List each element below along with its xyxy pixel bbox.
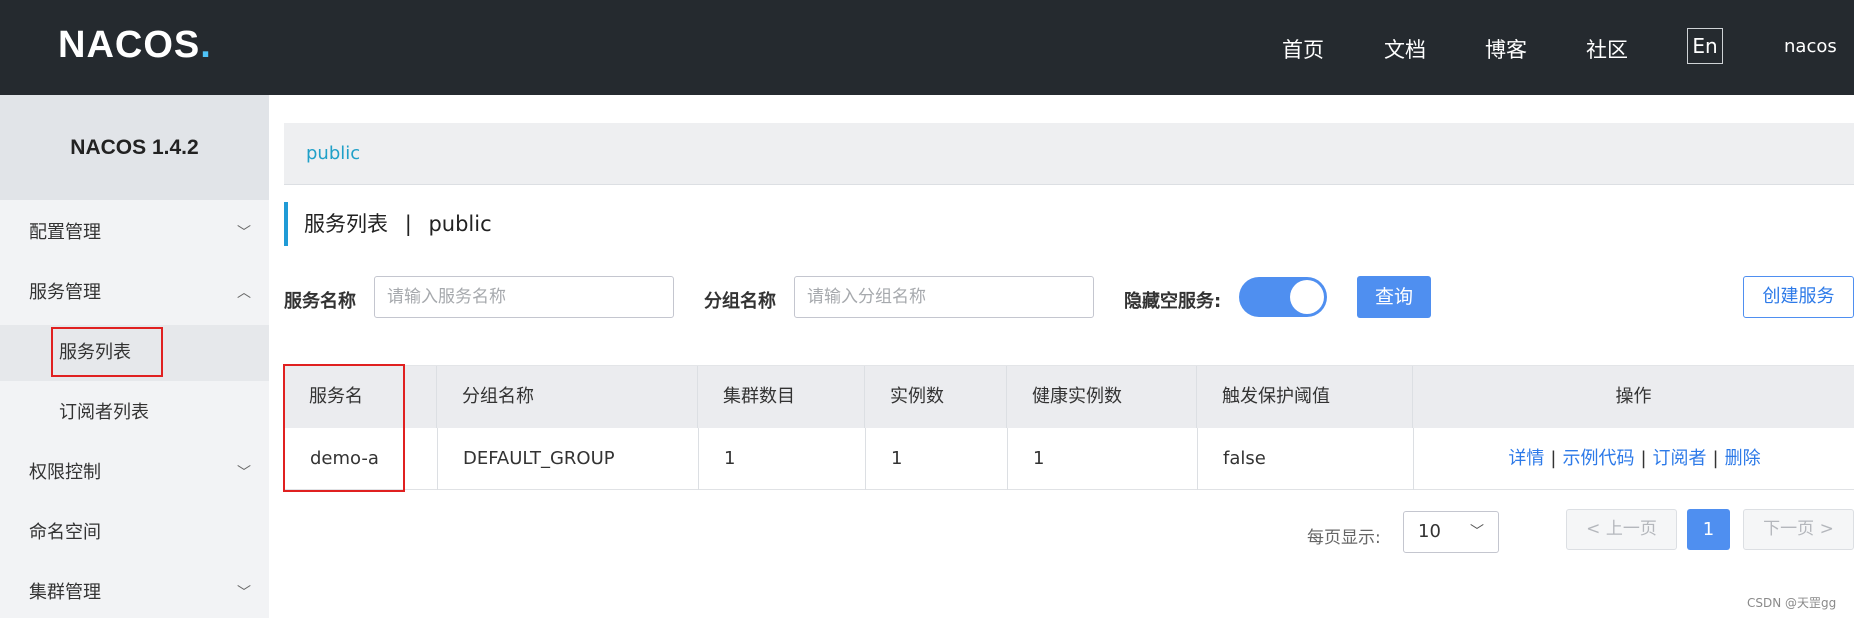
- sidebar-item-namespace[interactable]: 命名空间: [0, 505, 269, 561]
- column-header-cluster-count: 集群数目: [697, 366, 864, 428]
- sidebar-item-cluster-management[interactable]: 集群管理 ﹀: [0, 565, 269, 621]
- user-name[interactable]: nacos: [1784, 36, 1837, 57]
- subscribers-link[interactable]: 订阅者: [1653, 448, 1707, 469]
- highlight-box-service-list: [51, 327, 163, 377]
- nav-community-link[interactable]: 社区: [1586, 34, 1628, 64]
- sidebar-item-access-control[interactable]: 权限控制 ﹀: [0, 445, 269, 501]
- table-header: 服务名 分组名称 集群数目 实例数 健康实例数 触发保护阈值 操作: [284, 366, 1854, 428]
- current-page-button[interactable]: 1: [1687, 509, 1730, 550]
- sidebar-item-service-management[interactable]: 服务管理 ︿: [0, 265, 269, 321]
- page-size-value: 10: [1418, 521, 1441, 542]
- nacos-logo[interactable]: NACOS.: [58, 24, 212, 67]
- namespace-bar: public: [284, 123, 1854, 185]
- group-name-label: 分组名称: [704, 291, 776, 312]
- page-title-namespace: public: [428, 212, 492, 236]
- column-header-instance-count: 实例数: [864, 366, 1006, 428]
- highlight-box-service-name-column: [283, 364, 405, 492]
- logo-dot: .: [200, 24, 212, 66]
- sidebar-item-label: 配置管理: [29, 222, 101, 243]
- sample-code-link[interactable]: 示例代码: [1562, 448, 1634, 469]
- sidebar-item-config-management[interactable]: 配置管理 ﹀: [0, 205, 269, 261]
- sidebar-item-label: 权限控制: [29, 462, 101, 483]
- hide-empty-services-toggle[interactable]: [1239, 277, 1327, 317]
- op-separator: |: [1550, 448, 1557, 469]
- column-header-group-name: 分组名称: [436, 366, 697, 428]
- sidebar-item-label: 命名空间: [29, 522, 101, 543]
- page-title: 服务列表 | public: [284, 202, 492, 246]
- column-header-healthy-instances: 健康实例数: [1006, 366, 1196, 428]
- watermark-text: CSDN @天罡gg: [1747, 596, 1837, 610]
- hide-empty-services-label: 隐藏空服务:: [1124, 291, 1222, 312]
- cell-healthy-instances: 1: [1007, 428, 1197, 490]
- create-service-button[interactable]: 创建服务: [1743, 276, 1854, 318]
- nav-docs-link[interactable]: 文档: [1384, 34, 1426, 64]
- query-button[interactable]: 查询: [1357, 276, 1431, 318]
- next-page-button[interactable]: 下一页 >: [1743, 509, 1854, 550]
- page-size-select[interactable]: 10 ﹀: [1403, 511, 1499, 553]
- chevron-up-icon: ︿: [237, 285, 251, 301]
- column-header-operations: 操作: [1412, 366, 1854, 428]
- chevron-down-icon: ﹀: [237, 585, 251, 601]
- sidebar-item-label: 订阅者列表: [59, 402, 149, 423]
- version-title: NACOS 1.4.2: [0, 95, 269, 200]
- sidebar-item-subscriber-list[interactable]: 订阅者列表: [0, 385, 269, 441]
- nav-blog-link[interactable]: 博客: [1485, 34, 1527, 64]
- op-separator: |: [1712, 448, 1719, 469]
- table-row: demo-a DEFAULT_GROUP 1 1 1 false 详情 | 示例代码…: [284, 428, 1854, 490]
- chevron-down-icon: ﹀: [237, 465, 251, 481]
- column-header-protect-threshold: 触发保护阈值: [1196, 366, 1412, 428]
- op-separator: |: [1640, 448, 1647, 469]
- cell-cluster-count: 1: [698, 428, 865, 490]
- cell-operations: 详情 | 示例代码 | 订阅者 | 删除: [1413, 428, 1854, 490]
- page-size-label: 每页显示:: [1307, 528, 1381, 548]
- service-name-label: 服务名称: [284, 291, 356, 312]
- cell-instance-count: 1: [865, 428, 1007, 490]
- service-name-input[interactable]: [374, 276, 674, 318]
- toggle-knob: [1290, 280, 1324, 314]
- chevron-down-icon: ﹀: [237, 225, 251, 241]
- page-title-separator: |: [404, 212, 412, 236]
- cell-group-name: DEFAULT_GROUP: [437, 428, 698, 490]
- nav-home-link[interactable]: 首页: [1282, 34, 1324, 64]
- logo-text: NACOS: [58, 24, 201, 66]
- service-table: 服务名 分组名称 集群数目 实例数 健康实例数 触发保护阈值 操作 demo-a…: [284, 365, 1854, 490]
- chevron-down-icon: ﹀: [1470, 524, 1484, 540]
- details-link[interactable]: 详情: [1508, 448, 1544, 469]
- delete-link[interactable]: 删除: [1725, 448, 1761, 469]
- group-name-input[interactable]: [794, 276, 1094, 318]
- sidebar-item-label: 服务管理: [29, 282, 101, 303]
- top-navbar: NACOS. 首页 文档 博客 社区 En nacos: [0, 0, 1854, 95]
- prev-page-button[interactable]: < 上一页: [1566, 509, 1677, 550]
- namespace-public-link[interactable]: public: [306, 143, 360, 164]
- sidebar-item-label: 集群管理: [29, 582, 101, 603]
- language-toggle-button[interactable]: En: [1687, 28, 1723, 64]
- cell-protect-threshold: false: [1197, 428, 1413, 490]
- page-title-text: 服务列表: [304, 212, 388, 236]
